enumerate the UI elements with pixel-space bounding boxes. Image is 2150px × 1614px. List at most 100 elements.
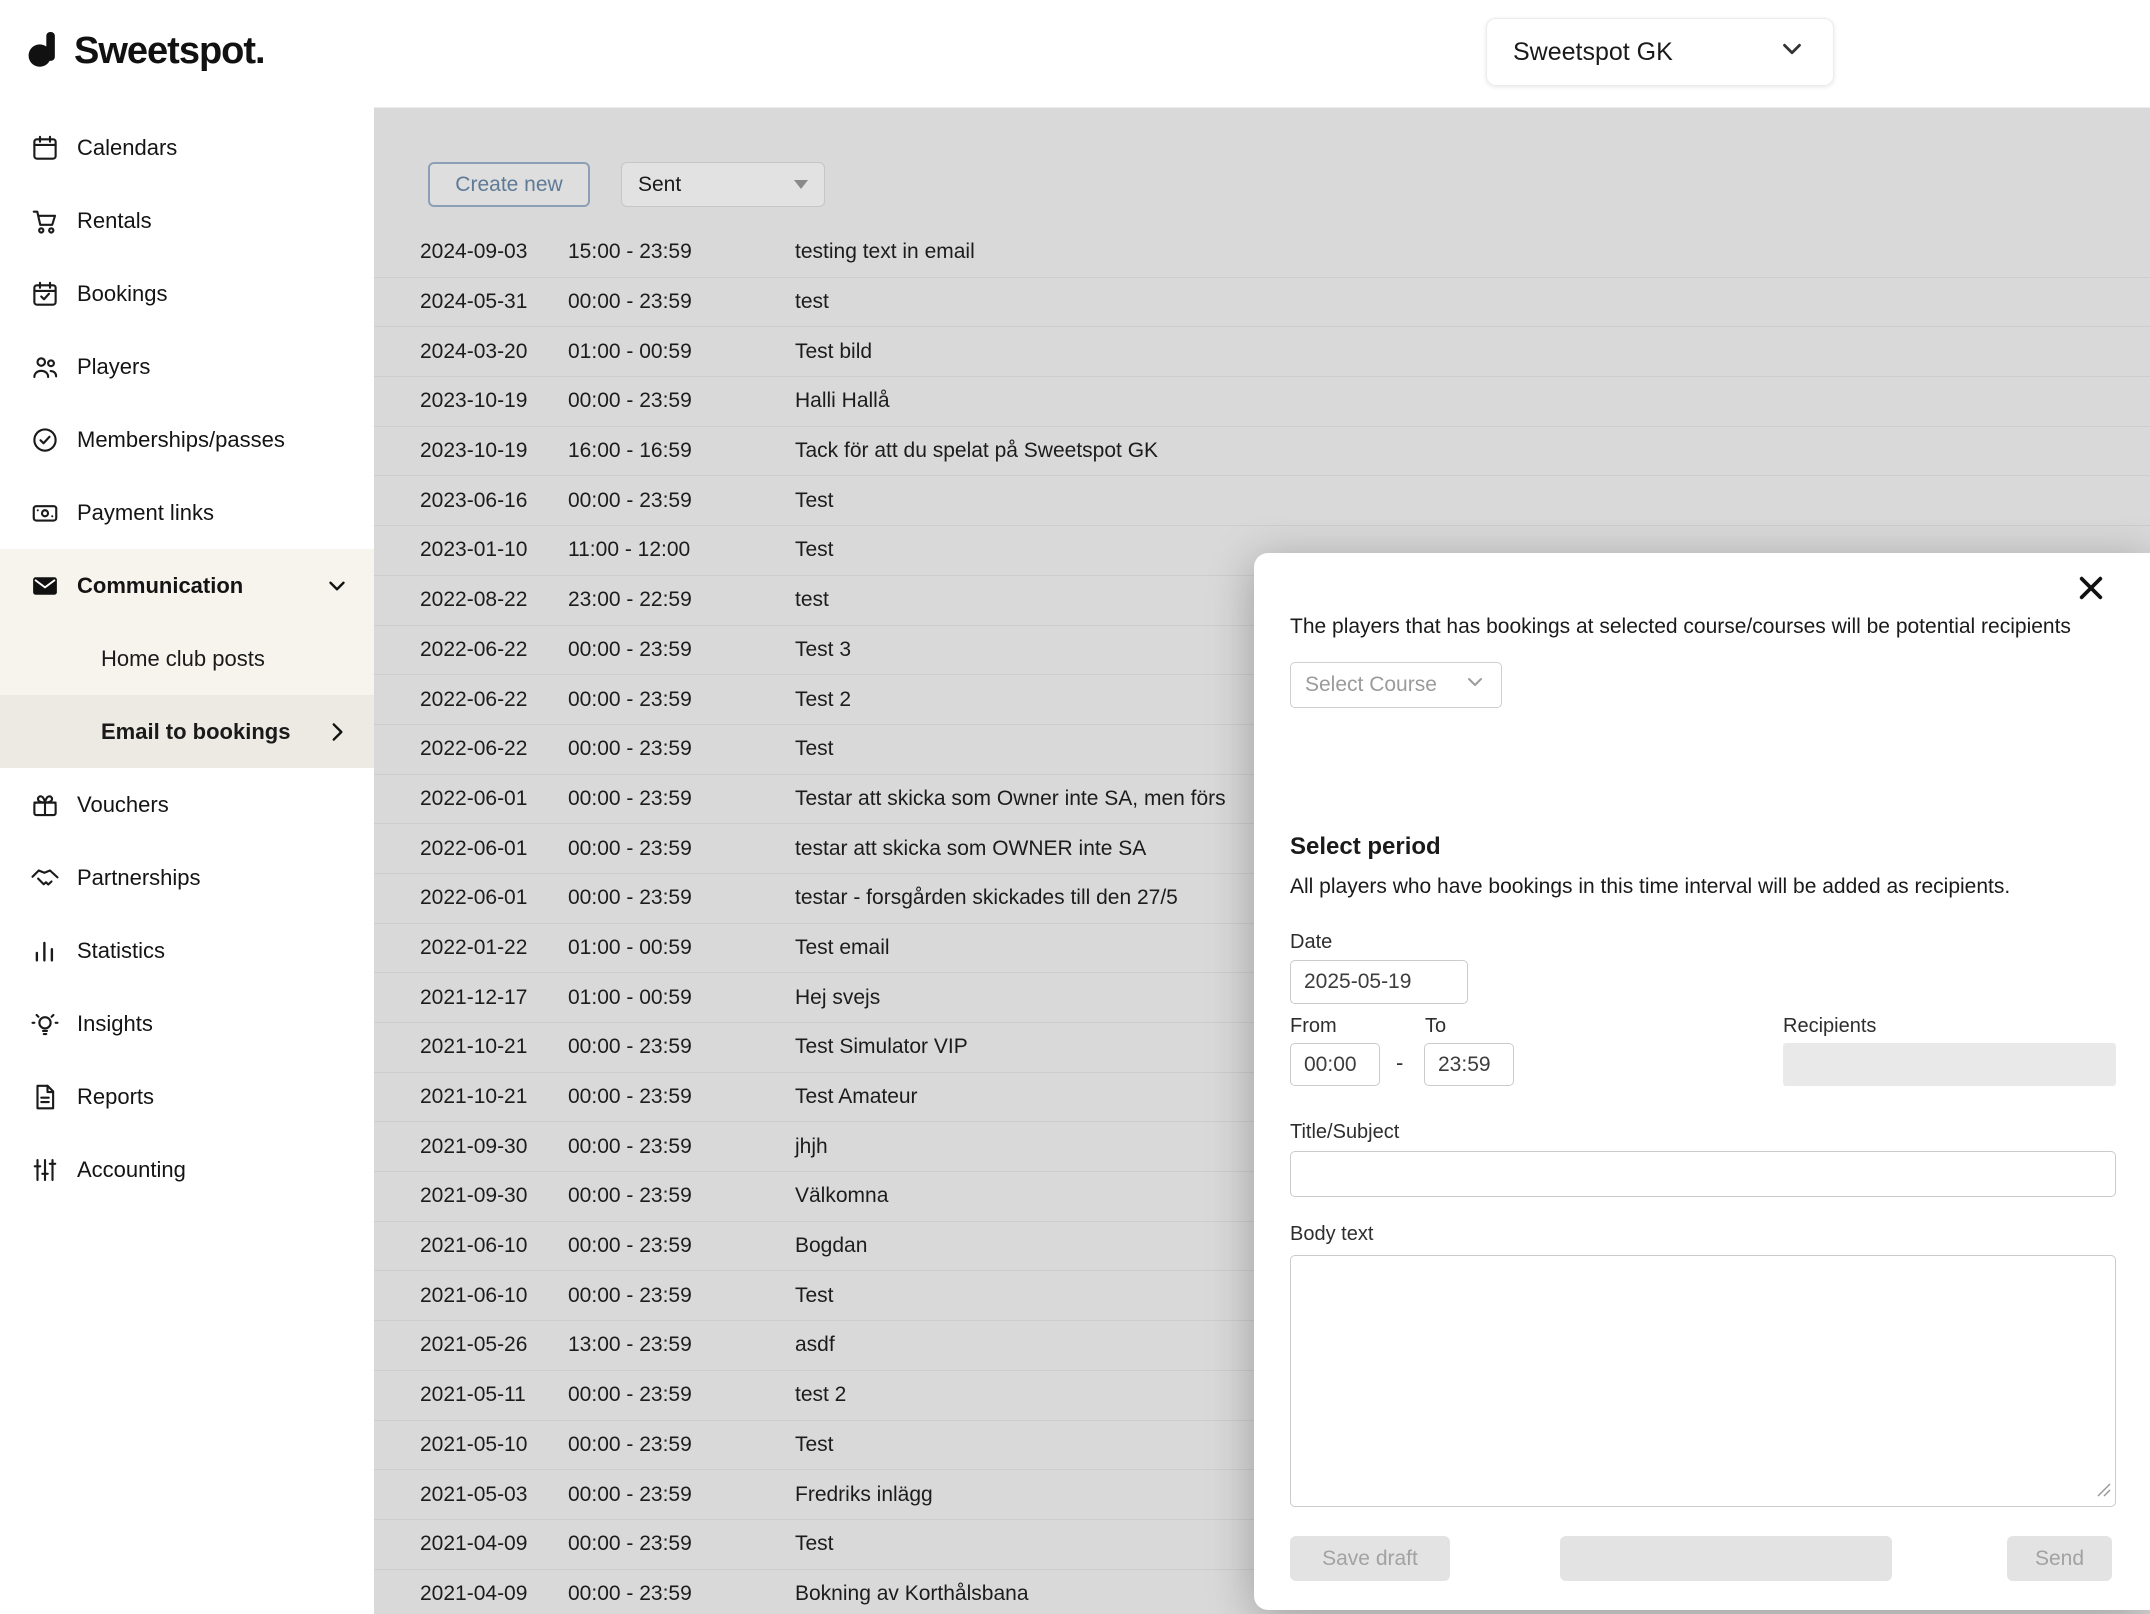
sweetspot-logo-icon [24,28,66,75]
create-new-button[interactable]: Create new [428,162,590,207]
table-row[interactable]: 2024-09-0315:00 - 23:59testing text in e… [374,228,2150,278]
sidebar-item-communication[interactable]: Communication [0,549,374,622]
row-time: 00:00 - 23:59 [568,886,692,910]
sidebar-item-players[interactable]: Players [0,330,374,403]
row-date: 2024-03-20 [420,340,527,364]
row-time: 11:00 - 12:00 [568,538,690,562]
row-time: 00:00 - 23:59 [568,389,692,413]
to-time-input[interactable] [1424,1043,1514,1086]
table-row[interactable]: 2024-03-2001:00 - 00:59Test bild [374,327,2150,377]
select-period-heading: Select period [1290,833,1441,861]
row-date: 2021-05-11 [420,1383,526,1407]
sidebar-subitem-email-to-bookings[interactable]: Email to bookings [0,695,374,768]
row-subject: Test email [795,936,890,960]
sidebar-item-rentals[interactable]: Rentals [0,184,374,257]
sidebar-item-reports[interactable]: Reports [0,1060,374,1133]
bar-chart-icon [30,936,60,966]
row-subject: Tack för att du spelat på Sweetspot GK [795,439,1158,463]
topbar: Sweetspot. Sweetspot GK [0,0,2150,108]
sidebar-item-bookings[interactable]: Bookings [0,257,374,330]
row-subject: Test [795,1532,834,1556]
row-date: 2021-04-09 [420,1582,527,1606]
sidebar-item-label: Players [77,354,150,380]
row-subject: Test 3 [795,638,851,662]
sidebar-item-statistics[interactable]: Statistics [0,914,374,987]
row-date: 2022-06-01 [420,837,527,861]
sliders-icon [30,1155,60,1185]
row-date: 2021-06-10 [420,1234,527,1258]
modal-intro-text: The players that has bookings at selecte… [1290,615,2071,639]
row-subject: Test Amateur [795,1085,918,1109]
sidebar-item-vouchers[interactable]: Vouchers [0,768,374,841]
table-row[interactable]: 2023-06-1600:00 - 23:59Test [374,476,2150,526]
calendar-check-icon [30,279,60,309]
row-date: 2023-10-19 [420,439,527,463]
row-date: 2024-05-31 [420,290,527,314]
row-subject: test 2 [795,1383,846,1407]
row-subject: Test [795,538,834,562]
save-draft-button[interactable]: Save draft [1290,1536,1450,1581]
sidebar-item-label: Insights [77,1011,153,1037]
body-text-input[interactable] [1290,1255,2116,1507]
row-date: 2021-05-26 [420,1333,527,1357]
sidebar-subitem-home-club-posts[interactable]: Home club posts [0,622,374,695]
recipients-label: Recipients [1783,1015,1876,1038]
people-icon [30,352,60,382]
date-input[interactable] [1290,960,1468,1004]
row-date: 2022-08-22 [420,588,527,612]
row-subject: test [795,588,829,612]
sidebar-item-calendars[interactable]: Calendars [0,111,374,184]
row-time: 00:00 - 23:59 [568,1035,692,1059]
sidebar-item-memberships[interactable]: Memberships/passes [0,403,374,476]
recipients-field[interactable] [1783,1043,2116,1086]
sidebar-item-partnerships[interactable]: Partnerships [0,841,374,914]
title-subject-input[interactable] [1290,1151,2116,1197]
handshake-icon [30,863,60,893]
envelope-icon [30,571,60,601]
middle-action-button[interactable] [1560,1536,1892,1581]
table-row[interactable]: 2024-05-3100:00 - 23:59test [374,278,2150,328]
row-time: 00:00 - 23:59 [568,1184,692,1208]
time-range-separator: - [1396,1050,1403,1076]
select-course-dropdown[interactable]: Select Course [1290,662,1502,708]
send-button[interactable]: Send [2007,1536,2112,1581]
badge-check-icon [30,425,60,455]
row-date: 2022-06-22 [420,638,527,662]
row-time: 00:00 - 23:59 [568,737,692,761]
communication-submenu: Home club posts Email to bookings [0,622,374,768]
row-subject: testar att skicka som OWNER inte SA [795,837,1146,861]
row-date: 2021-05-03 [420,1483,527,1507]
sidebar-item-insights[interactable]: Insights [0,987,374,1060]
row-date: 2022-06-01 [420,886,527,910]
close-icon[interactable] [2072,569,2110,607]
row-subject: Test [795,489,834,513]
row-date: 2021-05-10 [420,1433,527,1457]
title-subject-label: Title/Subject [1290,1121,1399,1144]
body-text-wrap [1290,1255,2116,1507]
row-date: 2021-12-17 [420,986,527,1010]
row-subject: testar - forsgården skickades till den 2… [795,886,1178,910]
row-time: 00:00 - 23:59 [568,1582,692,1606]
from-time-input[interactable] [1290,1043,1380,1086]
chevron-down-icon [324,573,350,599]
row-time: 00:00 - 23:59 [568,1234,692,1258]
status-filter-dropdown[interactable]: Sent [621,162,825,207]
row-time: 00:00 - 23:59 [568,837,692,861]
sidebar-item-label: Communication [77,573,243,599]
row-date: 2023-01-10 [420,538,527,562]
sidebar-item-accounting[interactable]: Accounting [0,1133,374,1206]
sidebar-item-payment-links[interactable]: Payment links [0,476,374,549]
sidebar-item-label: Vouchers [77,792,169,818]
row-subject: Halli Hallå [795,389,890,413]
row-time: 13:00 - 23:59 [568,1333,692,1357]
table-row[interactable]: 2023-10-1900:00 - 23:59Halli Hallå [374,377,2150,427]
row-date: 2024-09-03 [420,240,527,264]
gift-icon [30,790,60,820]
resize-grip-icon[interactable] [2097,1483,2111,1502]
club-selector-dropdown[interactable]: Sweetspot GK [1486,18,1834,86]
table-row[interactable]: 2023-10-1916:00 - 16:59Tack för att du s… [374,427,2150,477]
create-new-label: Create new [455,173,562,197]
status-filter-value: Sent [638,173,681,197]
row-subject: Bokning av Korthålsbana [795,1582,1029,1606]
sidebar: Calendars Rentals Bookings Players [0,107,374,1614]
